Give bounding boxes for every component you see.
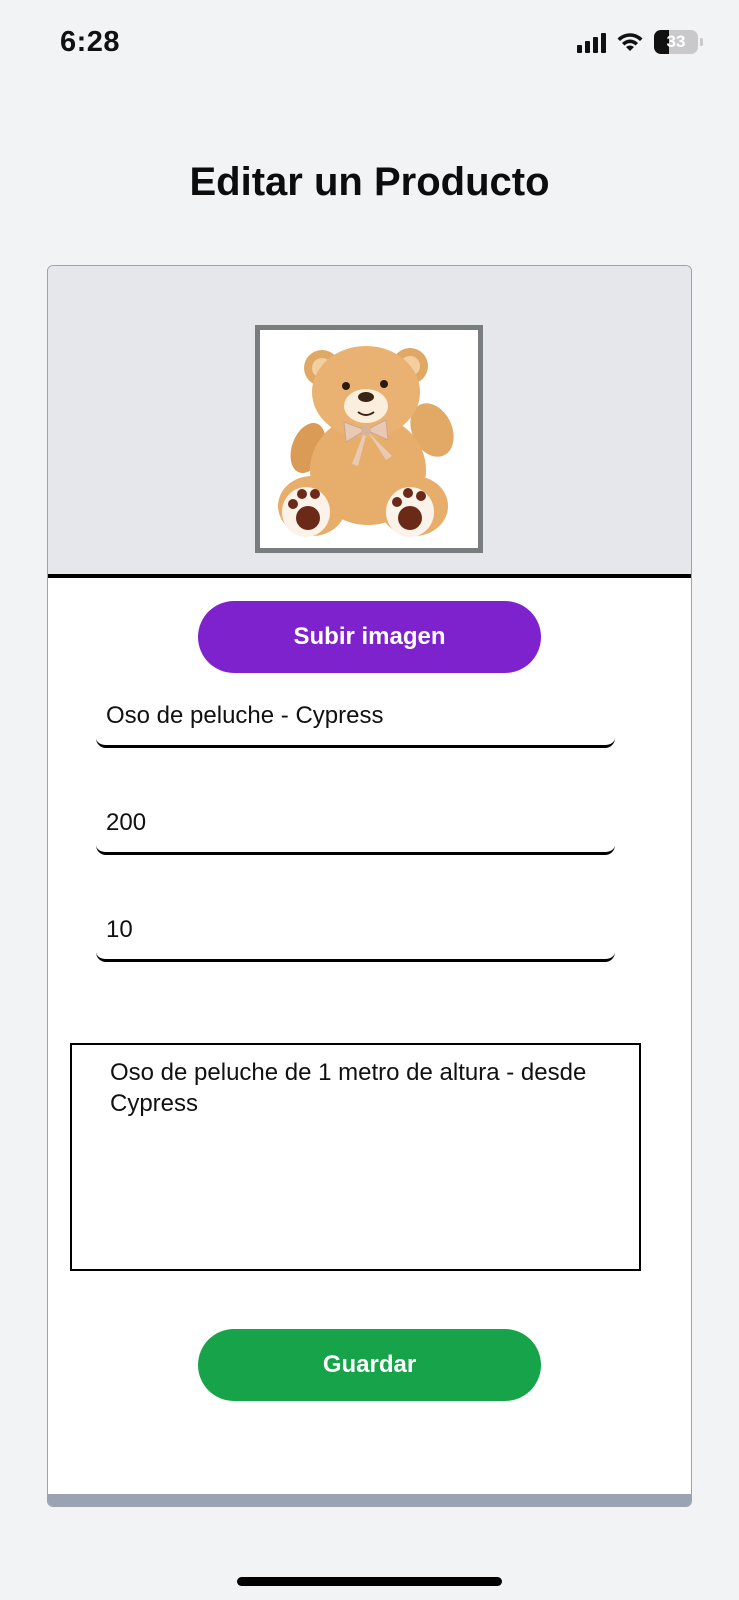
battery-cap [700,38,703,46]
status-bar: 6:28 33 [0,0,739,90]
stock-field [96,900,615,962]
description-textarea[interactable]: Oso de peluche de 1 metro de altura - de… [72,1045,639,1269]
product-image [255,325,483,553]
description-field: Oso de peluche de 1 metro de altura - de… [70,1043,641,1271]
home-indicator[interactable] [237,1577,502,1586]
teddy-bear-image [260,330,478,548]
battery-level: 33 [666,32,686,51]
status-icons: 33 [577,30,703,54]
card-bottom-bar [48,1494,691,1506]
price-input[interactable] [96,793,615,852]
price-field [96,793,615,855]
signal-icon [577,31,606,53]
product-form-card: Subir imagen Oso de peluche de 1 metro d… [47,265,692,1507]
name-input[interactable] [96,686,615,745]
page-title: Editar un Producto [189,160,550,204]
name-field [96,686,615,748]
save-button[interactable]: Guardar [198,1329,541,1401]
wifi-icon [617,33,643,51]
upload-image-button[interactable]: Subir imagen [198,601,541,673]
stock-input[interactable] [96,900,615,959]
status-time: 6:28 [60,26,121,58]
image-section [48,266,691,578]
battery-icon: 33 [654,30,698,54]
